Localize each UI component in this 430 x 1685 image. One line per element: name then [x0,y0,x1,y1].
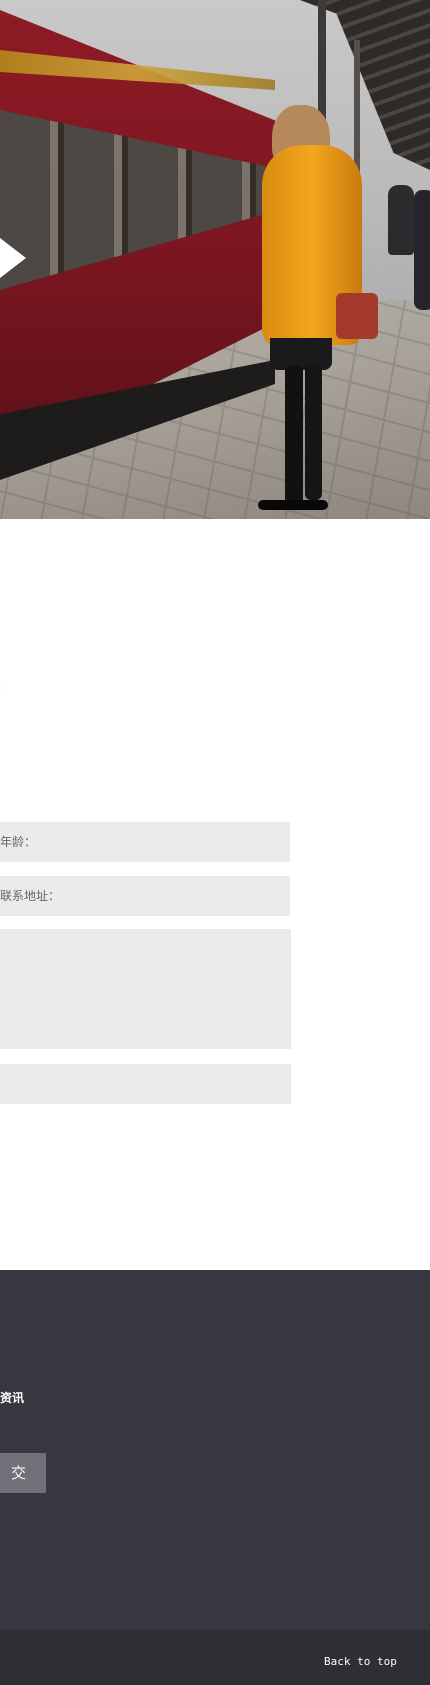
form-section-marker: ： [0,676,9,695]
slider-arrow-icon[interactable] [0,238,26,278]
woman-leg [305,365,322,500]
extra-input-field[interactable] [0,1064,291,1104]
handbag [336,293,378,339]
address-label: 联系地址： [0,889,61,903]
woman-leg [285,365,303,505]
footer [0,1270,430,1630]
footer-news-label: 资讯 [0,1391,25,1405]
message-textarea[interactable] [0,929,291,1049]
woman-skirt [270,338,332,370]
back-to-top-link[interactable]: Back to top [324,1655,397,1668]
submit-button[interactable]: 交 [0,1453,46,1493]
background-person [414,190,430,310]
age-label: 年龄： [0,835,37,849]
woman-shoes [258,500,328,510]
address-field[interactable]: 联系地址： [0,876,290,916]
background-person [388,185,414,255]
age-field[interactable]: 年龄： [0,822,290,862]
submit-button-label: 交 [10,1464,26,1482]
hero-image [0,0,430,519]
